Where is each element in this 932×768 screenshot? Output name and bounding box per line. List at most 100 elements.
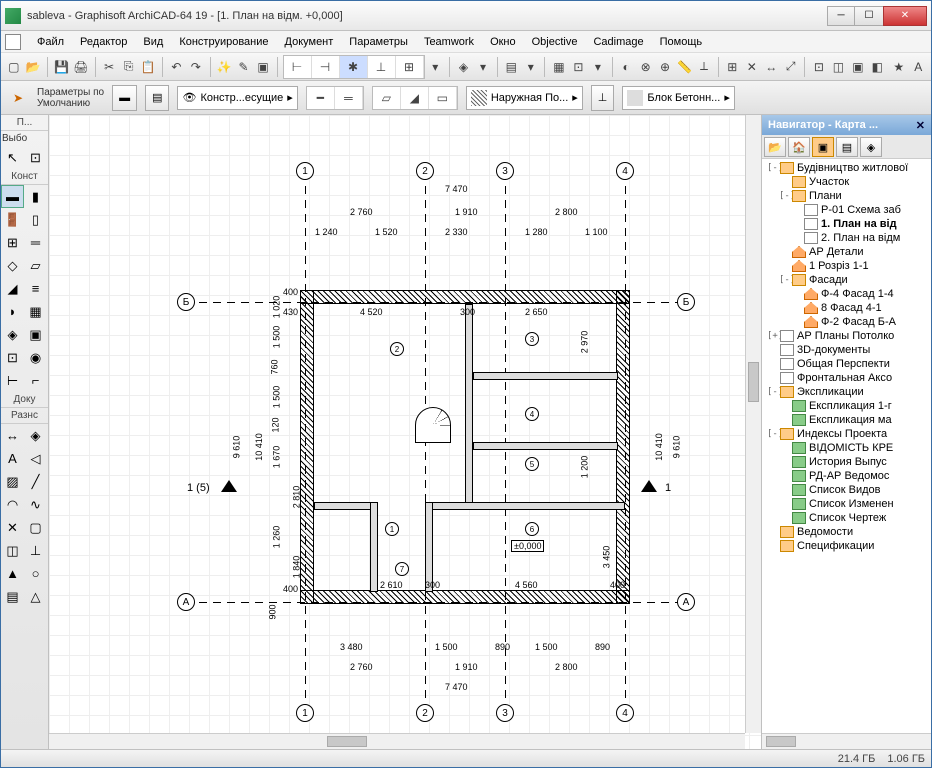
tree-node[interactable]: Список Чертеж xyxy=(764,511,929,525)
tree-node[interactable]: Р-01 Схема заб xyxy=(764,203,929,217)
wall-end-tool[interactable]: ⊢ xyxy=(1,369,24,392)
column-tool[interactable]: ▯ xyxy=(24,208,47,231)
layer-dropdown[interactable]: 👁 Констр...есущие ▸ xyxy=(177,86,297,110)
tool3-icon[interactable]: ⊕ xyxy=(656,56,673,78)
tool2-icon[interactable]: ⊗ xyxy=(637,56,654,78)
tree-node[interactable]: 1 Розріз 1-1 xyxy=(764,259,929,273)
text-tool[interactable]: A xyxy=(1,447,24,470)
object-tool[interactable]: ⊡ xyxy=(1,346,24,369)
snap5-icon[interactable]: ⊞ xyxy=(396,56,424,78)
tree-node[interactable]: [-]Фасади xyxy=(764,273,929,287)
fill-tool[interactable]: ▨ xyxy=(1,470,24,493)
document-icon[interactable] xyxy=(5,34,21,50)
tree-node[interactable]: [+]АР Планы Потолко xyxy=(764,329,929,343)
tree-node[interactable]: [-]Плани xyxy=(764,189,929,203)
tree-node[interactable]: Фронтальная Аксо xyxy=(764,371,929,385)
tool1-icon[interactable]: ◐ xyxy=(617,56,634,78)
menu-teamwork[interactable]: Teamwork xyxy=(416,34,482,50)
layer-button[interactable]: ▤ xyxy=(145,85,169,111)
profile-button[interactable]: ⊥ xyxy=(591,85,615,111)
dim-tool[interactable]: ↔ xyxy=(1,424,24,447)
hotspot-tool[interactable]: ✕ xyxy=(1,516,24,539)
layers-icon[interactable]: ▤ xyxy=(503,56,520,78)
canvas[interactable]: 1 2 3 4 1 2 3 4 Б Б А А xyxy=(49,115,761,749)
stair-tool[interactable]: ≡ xyxy=(24,277,47,300)
new-icon[interactable]: ▢ xyxy=(5,56,22,78)
shape1-icon[interactable]: ▱ xyxy=(373,87,401,109)
trace-icon[interactable]: ⊡ xyxy=(570,56,587,78)
close-button[interactable]: ✕ xyxy=(883,6,927,26)
worksheet-tool[interactable]: ▤ xyxy=(1,585,24,608)
tree-node[interactable]: РД-АР Ведомос xyxy=(764,469,929,483)
section-tool[interactable]: ⊥ xyxy=(24,539,47,562)
save-icon[interactable]: 💾 xyxy=(53,56,70,78)
menu-design[interactable]: Конструирование xyxy=(171,34,276,50)
open-icon[interactable]: 📂 xyxy=(24,56,41,78)
tree-node[interactable]: 1. План на від xyxy=(764,217,929,231)
tree-node[interactable]: ВІДОМІСТЬ КРЕ xyxy=(764,441,929,455)
tree-node[interactable]: Ф-2 Фасад Б-А xyxy=(764,315,929,329)
nav-tab-layout[interactable]: ▣ xyxy=(812,137,834,157)
tree-node[interactable]: Експликация 1-г xyxy=(764,399,929,413)
print-icon[interactable]: 🖨 xyxy=(72,56,89,78)
menu-help[interactable]: Помощь xyxy=(652,34,711,50)
menu-editor[interactable]: Редактор xyxy=(72,34,135,50)
chevron-down-icon[interactable]: ▾ xyxy=(522,56,539,78)
change-tool[interactable]: △ xyxy=(24,585,47,608)
tree-node[interactable]: [-]Индексы Проекта xyxy=(764,427,929,441)
tool6-icon[interactable]: ↔ xyxy=(762,56,779,78)
vertical-scrollbar[interactable] xyxy=(745,115,761,733)
tree-node[interactable]: Експликация ма xyxy=(764,413,929,427)
expand-icon[interactable]: [+] xyxy=(767,331,777,341)
chevron-down-icon[interactable]: ▾ xyxy=(589,56,606,78)
tree-node[interactable]: Участок xyxy=(764,175,929,189)
snap2-icon[interactable]: ⊣ xyxy=(312,56,340,78)
expand-icon[interactable]: [-] xyxy=(767,429,777,439)
tool5-icon[interactable]: ✕ xyxy=(743,56,760,78)
grid-icon[interactable]: ▦ xyxy=(550,56,567,78)
geom1-icon[interactable]: ━ xyxy=(307,87,335,109)
tree-node[interactable]: [-]Будівництво житлової xyxy=(764,161,929,175)
tool9-icon[interactable]: ◫ xyxy=(830,56,847,78)
scrollbar-thumb[interactable] xyxy=(748,362,759,402)
snap1-icon[interactable]: ⊢ xyxy=(284,56,312,78)
menu-objective[interactable]: Objective xyxy=(524,34,586,50)
structure-dropdown[interactable]: Наружная По... ▸ xyxy=(466,86,583,110)
maximize-button[interactable]: ☐ xyxy=(855,6,883,26)
tree-node[interactable]: 2. План на відм xyxy=(764,231,929,245)
tree-node[interactable]: История Выпус xyxy=(764,455,929,469)
level-tool[interactable]: ◈ xyxy=(24,424,47,447)
menu-cadimage[interactable]: Cadimage xyxy=(585,34,651,50)
line-tool[interactable]: ╱ xyxy=(24,470,47,493)
redo-icon[interactable]: ↷ xyxy=(187,56,204,78)
curtain-tool[interactable]: ▮ xyxy=(24,185,47,208)
tree-node[interactable]: Общая Перспекти xyxy=(764,357,929,371)
tree-node[interactable]: Ф-4 Фасад 1-4 xyxy=(764,287,929,301)
tree-node[interactable]: Спецификации xyxy=(764,539,929,553)
arc-tool[interactable]: ◠ xyxy=(1,493,24,516)
menu-view[interactable]: Вид xyxy=(135,34,171,50)
lamp-tool[interactable]: ◉ xyxy=(24,346,47,369)
navigator-tree[interactable]: [-]Будівництво житловоїУчасток[-]ПланиР-… xyxy=(762,159,931,733)
copy-icon[interactable]: ⎘ xyxy=(120,56,137,78)
window-tool[interactable]: ⊞ xyxy=(1,231,24,254)
tool4-icon[interactable]: ⊞ xyxy=(724,56,741,78)
minimize-button[interactable]: ─ xyxy=(827,6,855,26)
text-icon[interactable]: A xyxy=(910,56,927,78)
tree-node[interactable]: Список Видов xyxy=(764,483,929,497)
menu-window[interactable]: Окно xyxy=(482,34,524,50)
expand-icon[interactable]: [-] xyxy=(779,275,789,285)
tree-node[interactable]: 3D-документы xyxy=(764,343,929,357)
material-dropdown[interactable]: Блок Бетонн... ▸ xyxy=(622,86,734,110)
shell-tool[interactable]: ◗ xyxy=(1,300,24,323)
menu-document[interactable]: Документ xyxy=(277,34,342,50)
scrollbar-thumb[interactable] xyxy=(766,736,796,747)
corner-tool[interactable]: ⌐ xyxy=(24,369,47,392)
menu-options[interactable]: Параметры xyxy=(341,34,416,50)
menu-file[interactable]: Файл xyxy=(29,34,72,50)
drawing-tool[interactable]: ◫ xyxy=(1,539,24,562)
tree-node[interactable]: [-]Экспликации xyxy=(764,385,929,399)
skylight-tool[interactable]: ◇ xyxy=(1,254,24,277)
navigator-scrollbar[interactable] xyxy=(762,733,931,749)
roof-tool[interactable]: ◢ xyxy=(1,277,24,300)
